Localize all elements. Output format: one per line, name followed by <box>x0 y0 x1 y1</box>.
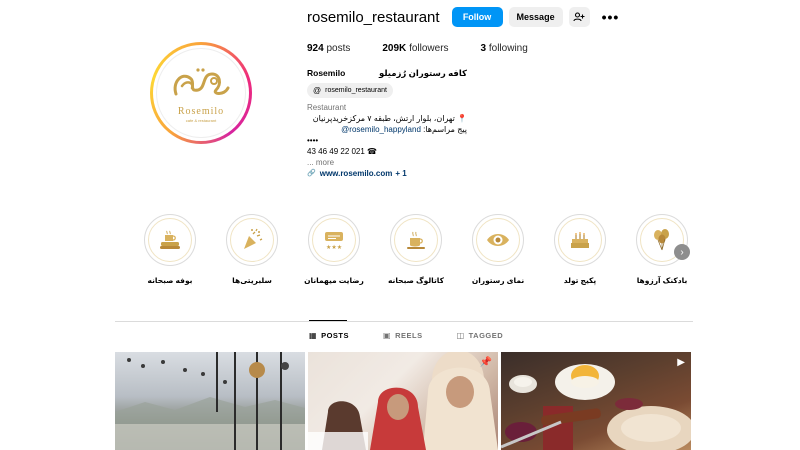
cake-icon <box>571 232 589 248</box>
breakfast-tray-icon <box>160 230 180 249</box>
message-button[interactable]: Message <box>508 7 563 27</box>
avatar-brand-text: Rosemilo <box>177 105 225 117</box>
tab-label: TAGGED <box>468 331 504 340</box>
bio-events-prefix: پیج مراسم‌ها: <box>423 125 467 134</box>
post-thumbnail[interactable] <box>115 352 305 450</box>
tab-label: REELS <box>395 331 423 340</box>
pin-icon: 📌 <box>479 357 492 368</box>
highlight-label: پکیج تولد <box>563 276 597 285</box>
profile-stats: 924 posts 209K followers 3 following <box>307 43 560 54</box>
profile-tabs: ▦ POSTS ▣ REELS ◫ TAGGED <box>309 331 537 340</box>
highlight-item[interactable]: پکیج تولد <box>550 214 610 285</box>
profile-display-name-fa: کافه رستوران رُزمیلو <box>378 68 467 78</box>
highlight-label: سلبریتی‌ها <box>232 276 272 285</box>
followers-count: 209K <box>382 43 407 54</box>
svg-text:★★★: ★★★ <box>326 244 342 251</box>
posts-stat: 924 posts <box>307 43 350 54</box>
bio-url[interactable]: www.rosemilo.com <box>320 168 393 179</box>
tab-reels[interactable]: ▣ REELS <box>383 331 423 340</box>
following-stat[interactable]: 3 following <box>481 43 528 54</box>
posts-grid: 📌 ▶ <box>115 352 694 450</box>
follow-button[interactable]: Follow <box>451 7 503 27</box>
rating-stars-icon: ★★★ <box>325 232 343 251</box>
pin-icon: 📍 <box>457 114 467 123</box>
guests-portrait-image <box>308 352 498 450</box>
highlight-item[interactable]: سلبریتی‌ها <box>222 214 282 285</box>
tab-label: POSTS <box>321 331 349 340</box>
avatar-brand-subtext: cafe & restaurant <box>185 117 217 123</box>
tagged-icon: ◫ <box>456 331 465 340</box>
bio-url-extra[interactable]: + 1 <box>395 168 406 179</box>
highlight-item[interactable]: کاتالوگ صبحانه <box>386 214 446 285</box>
avatar-logo: Rosemilo cafe & restaurant <box>156 48 246 138</box>
party-popper-icon <box>244 228 263 249</box>
highlight-label: کاتالوگ صبحانه <box>388 276 444 285</box>
tab-tagged[interactable]: ◫ TAGGED <box>457 331 504 340</box>
more-options-icon[interactable]: ••• <box>602 9 620 25</box>
highlight-label: نمای رستوران <box>471 276 525 285</box>
bio-phone: 43 46 49 22 021 ☎ <box>307 146 467 157</box>
threads-link[interactable]: @ rosemilo_restaurant <box>307 83 393 98</box>
highlight-item[interactable]: بوفه صبحانه <box>140 214 200 285</box>
threads-handle: rosemilo_restaurant <box>325 87 387 94</box>
threads-icon: @ <box>313 86 322 95</box>
tab-posts[interactable]: ▦ POSTS <box>309 331 349 340</box>
bio-url-row[interactable]: 🔗 www.rosemilo.com + 1 <box>307 168 467 179</box>
profile-avatar[interactable]: Rosemilo cafe & restaurant <box>150 42 252 144</box>
profile-bio: Rosemilo کافه رستوران رُزمیلو @ rosemilo… <box>307 68 467 179</box>
following-count: 3 <box>480 43 487 54</box>
tabs-divider <box>115 321 693 322</box>
bio-phone-text: 43 46 49 22 021 ☎ <box>307 147 378 156</box>
following-label: following <box>488 43 528 54</box>
profile-username: rosemilo_restaurant <box>307 8 440 26</box>
post-thumbnail[interactable]: ▶ <box>501 352 691 450</box>
highlight-label: رضایت میهمانان <box>304 276 364 285</box>
bio-dots: •••• <box>307 136 319 145</box>
highlight-label: بادکنک آرزوها <box>636 276 688 285</box>
highlight-item[interactable]: ★★★ رضایت میهمانان <box>304 214 364 285</box>
link-icon: 🔗 <box>307 170 316 177</box>
post-thumbnail[interactable]: 📌 <box>308 352 498 450</box>
coffee-cup-icon <box>407 231 425 249</box>
highlight-item[interactable]: نمای رستوران <box>468 214 528 285</box>
profile-display-name: Rosemilo <box>307 68 346 78</box>
bio-events-handle[interactable]: rosemilo_happyland@ <box>341 125 421 134</box>
story-highlights: بوفه صبحانه سلبریتی‌ها ★★★ رضایت میهمانا… <box>140 214 700 294</box>
bio-address: 📍 تهران، بلوار ارتش، طبقه ۷ مرکزخریدپرنی… <box>307 113 467 124</box>
bio-address-text: تهران، بلوار ارتش، طبقه ۷ مرکزخریدپرنیان <box>312 114 455 123</box>
add-user-icon[interactable] <box>568 7 590 27</box>
grid-icon: ▦ <box>309 331 318 340</box>
posts-label: posts <box>326 43 351 54</box>
profile-category: Restaurant <box>307 103 347 112</box>
bio-more-button[interactable]: ... more <box>307 157 467 168</box>
profile-header: rosemilo_restaurant Follow Message ••• <box>307 6 619 28</box>
logo-calligraphy-icon <box>173 67 230 95</box>
terrace-view-image <box>115 352 305 450</box>
followers-label: followers <box>409 43 449 54</box>
food-platter-image <box>501 364 691 450</box>
profile-name-row: Rosemilo کافه رستوران رُزمیلو <box>307 68 467 79</box>
posts-count: 924 <box>307 43 324 54</box>
balloons-icon <box>654 229 669 251</box>
reel-icon: ▶ <box>677 357 685 368</box>
bio-events-row: پیج مراسم‌ها: rosemilo_happyland@ <box>307 124 467 135</box>
reels-icon: ▣ <box>383 331 392 340</box>
active-tab-indicator <box>309 320 347 321</box>
followers-stat[interactable]: 209K followers <box>382 43 448 54</box>
eye-icon <box>487 234 509 246</box>
highlight-label: بوفه صبحانه <box>147 276 193 285</box>
highlights-next-icon[interactable]: › <box>674 244 690 260</box>
